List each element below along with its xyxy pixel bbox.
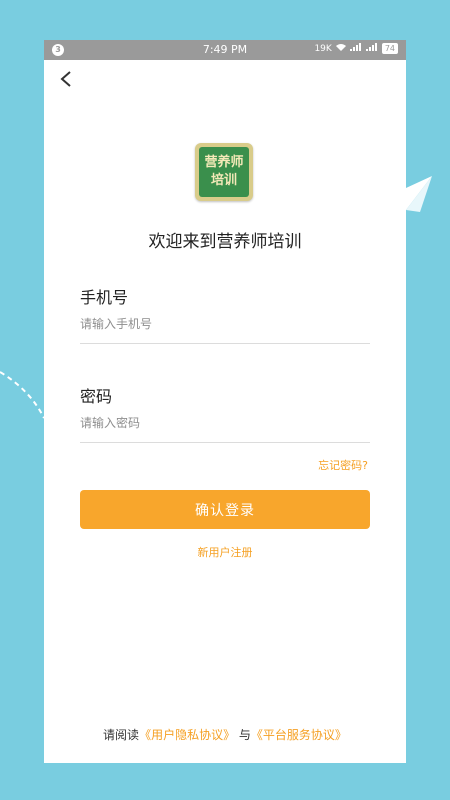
login-button[interactable]: 确认登录 bbox=[80, 490, 370, 529]
phone-underline bbox=[80, 343, 370, 344]
password-input[interactable] bbox=[80, 409, 370, 437]
dashed-flight-path bbox=[0, 371, 45, 419]
signal-icon bbox=[349, 43, 362, 54]
back-button[interactable] bbox=[56, 68, 78, 90]
password-label: 密码 bbox=[80, 387, 113, 406]
chevron-left-icon bbox=[60, 71, 71, 87]
wifi-icon bbox=[335, 43, 346, 54]
status-indicators: 19K 74 bbox=[314, 43, 398, 54]
service-agreement-link[interactable]: 《平台服务协议》 bbox=[251, 728, 347, 742]
privacy-policy-link[interactable]: 《用户隐私协议》 bbox=[139, 728, 235, 742]
agreement-connector: 与 bbox=[238, 728, 251, 742]
battery-icon: 74 bbox=[381, 43, 398, 54]
login-screen: 3 7:49 PM 19K 74 营养师 培训 欢迎来到营养师培训 手机号 请输… bbox=[44, 40, 406, 763]
phone-input[interactable] bbox=[80, 310, 370, 338]
welcome-title: 欢迎来到营养师培训 bbox=[148, 232, 302, 252]
logo-badge: 营养师 培训 bbox=[199, 147, 249, 197]
password-underline bbox=[80, 442, 370, 443]
agreement-text: 请阅读《用户隐私协议》 与《平台服务协议》 bbox=[44, 726, 406, 743]
agreement-prefix: 请阅读 bbox=[103, 728, 140, 742]
register-link[interactable]: 新用户注册 bbox=[44, 544, 406, 560]
signal-icon-2 bbox=[365, 43, 378, 54]
forgot-password-link[interactable]: 忘记密码? bbox=[318, 457, 368, 473]
app-logo: 营养师 培训 bbox=[195, 143, 253, 201]
logo-text-line1: 营养师 bbox=[204, 155, 244, 170]
phone-label: 手机号 bbox=[80, 288, 129, 307]
logo-text-line2: 培训 bbox=[210, 173, 237, 188]
network-speed: 19K bbox=[314, 43, 332, 54]
status-bar: 3 7:49 PM 19K 74 bbox=[44, 40, 406, 60]
